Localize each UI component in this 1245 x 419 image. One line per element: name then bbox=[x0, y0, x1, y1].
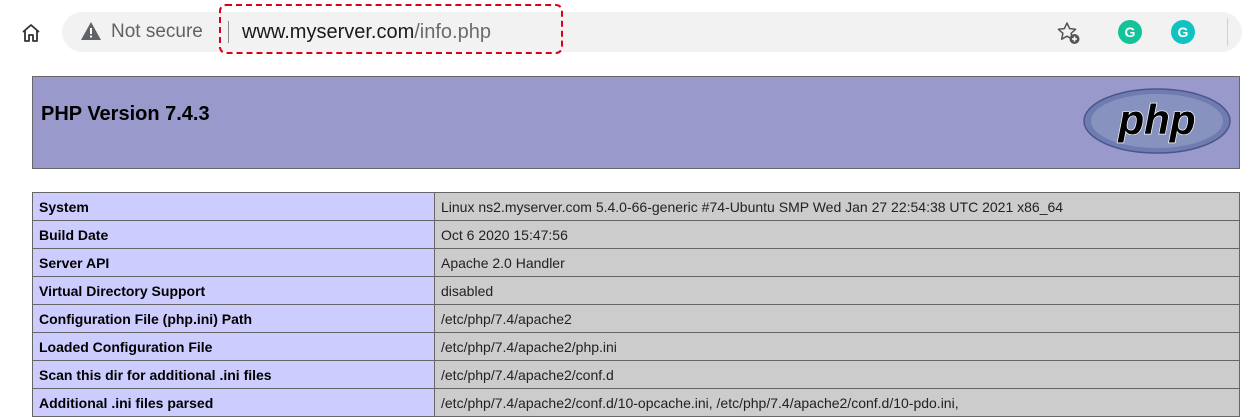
table-row: Build Date Oct 6 2020 15:47:56 bbox=[32, 220, 1240, 249]
php-header: PHP Version 7.4.3 php bbox=[32, 76, 1240, 169]
row-value: disabled bbox=[434, 276, 1240, 305]
table-row: Server API Apache 2.0 Handler bbox=[32, 248, 1240, 277]
row-key: Server API bbox=[32, 248, 435, 277]
table-row: Loaded Configuration File/etc/php/7.4/ap… bbox=[32, 332, 1240, 361]
row-value: /etc/php/7.4/apache2 bbox=[434, 304, 1240, 333]
table-row: Additional .ini files parsed/etc/php/7.4… bbox=[32, 388, 1240, 417]
php-logo-text: php bbox=[1118, 96, 1196, 143]
row-value: /etc/php/7.4/apache2/php.ini bbox=[434, 332, 1240, 361]
row-key: Additional .ini files parsed bbox=[32, 388, 435, 417]
browser-toolbar: Not secure www.myserver.com/info.php G G bbox=[0, 0, 1245, 63]
warning-icon[interactable] bbox=[80, 21, 102, 41]
toolbar-divider bbox=[1227, 18, 1228, 46]
home-icon bbox=[22, 24, 40, 42]
row-key: System bbox=[32, 192, 435, 221]
row-key: Virtual Directory Support bbox=[32, 276, 435, 305]
row-value: /etc/php/7.4/apache2/conf.d/10-opcache.i… bbox=[434, 388, 1240, 417]
php-info-table: System Linux ns2.myserver.com 5.4.0-66-ge… bbox=[32, 192, 1240, 417]
row-value: Apache 2.0 Handler bbox=[434, 248, 1240, 277]
grammarly-icon[interactable]: G bbox=[1118, 20, 1142, 44]
security-label[interactable]: Not secure bbox=[111, 19, 203, 45]
row-key: Configuration File (php.ini) Path bbox=[32, 304, 435, 333]
table-row: Scan this dir for additional .ini files /… bbox=[32, 360, 1240, 389]
row-value: Oct 6 2020 15:47:56 bbox=[434, 220, 1240, 249]
grammarly-go-label: G bbox=[1177, 24, 1189, 40]
page-content: PHP Version 7.4.3 php System Linux ns2.my… bbox=[0, 63, 1245, 419]
add-favorite-icon[interactable] bbox=[1056, 20, 1082, 46]
row-key: Build Date bbox=[32, 220, 435, 249]
table-row: Configuration File (php.ini) Path/etc/ph… bbox=[32, 304, 1240, 333]
home-button[interactable] bbox=[18, 20, 44, 46]
row-value: /etc/php/7.4/apache2/conf.d bbox=[434, 360, 1240, 389]
url-highlight-annotation bbox=[219, 4, 563, 54]
grammarly-go-icon[interactable]: G bbox=[1171, 20, 1195, 44]
table-row: Virtual Directory Support disabled bbox=[32, 276, 1240, 305]
table-row: System Linux ns2.myserver.com 5.4.0-66-ge… bbox=[32, 192, 1240, 221]
grammarly-label: G bbox=[1124, 24, 1136, 40]
row-key: Scan this dir for additional .ini files bbox=[32, 360, 435, 389]
row-value: Linux ns2.myserver.com 5.4.0-66-generic … bbox=[434, 192, 1240, 221]
php-logo[interactable]: php bbox=[1083, 88, 1231, 154]
php-version-title: PHP Version 7.4.3 bbox=[41, 103, 210, 125]
row-key: Loaded Configuration File bbox=[32, 332, 435, 361]
